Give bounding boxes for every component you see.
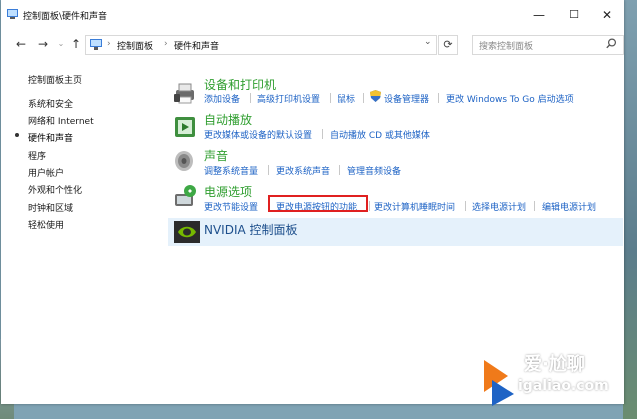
control-panel-icon — [90, 39, 102, 50]
link-windows-to-go[interactable]: 更改 Windows To Go 启动选项 — [446, 92, 574, 105]
link-separator — [465, 201, 466, 211]
link-manage-audio-devices[interactable]: 管理音频设备 — [347, 164, 401, 177]
link-separator — [268, 165, 269, 175]
breadcrumb-hardware-sound[interactable]: 硬件和声音 — [174, 39, 219, 52]
close-button[interactable]: ✕ — [590, 0, 624, 30]
recent-locations-button[interactable]: ⌄ — [54, 37, 68, 51]
link-change-media-defaults[interactable]: 更改媒体或设备的默认设置 — [204, 128, 312, 141]
watermark-brand: 爱·尬聊 — [524, 354, 585, 375]
breadcrumb-chevron-icon: › — [164, 39, 168, 49]
link-change-system-sounds[interactable]: 更改系统声音 — [276, 164, 330, 177]
link-separator — [322, 129, 323, 139]
autoplay-icon — [175, 117, 195, 137]
link-edit-power-plan[interactable]: 编辑电源计划 — [542, 200, 596, 213]
watermark-url: igaliao.com — [518, 378, 609, 394]
maximize-button[interactable]: ☐ — [557, 0, 591, 30]
refresh-button[interactable]: ⟳ — [438, 35, 458, 55]
link-separator — [438, 93, 439, 103]
address-dropdown-icon[interactable]: ⌄ — [424, 37, 432, 47]
category-title-sound[interactable]: 声音 — [204, 147, 228, 164]
breadcrumb-chevron-icon: › — [107, 39, 111, 49]
speaker-icon — [175, 151, 193, 171]
watermark: 爱·尬聊 igaliao.com — [474, 346, 634, 414]
watermark-logo — [484, 360, 514, 406]
link-separator — [339, 165, 340, 175]
control-panel-icon — [7, 9, 18, 19]
address-bar[interactable]: › 控制面板 › 硬件和声音 ⌄ — [85, 35, 437, 55]
search-placeholder: 搜索控制面板 — [479, 42, 534, 52]
back-button[interactable]: ← — [14, 37, 28, 51]
link-choose-power-plan[interactable]: 选择电源计划 — [472, 200, 526, 213]
link-autoplay-cd[interactable]: 自动播放 CD 或其他媒体 — [330, 128, 430, 141]
search-input[interactable]: 搜索控制面板 — [472, 35, 624, 55]
address-toolbar: ← → ⌄ ↑ › 控制面板 › 硬件和声音 ⌄ ⟳ 搜索控制面板 — [1, 30, 624, 60]
category-title-nvidia[interactable]: NVIDIA 控制面板 — [204, 221, 298, 238]
nvidia-icon — [174, 221, 200, 243]
category-title-power-options[interactable]: 电源选项 — [204, 183, 252, 200]
category-title-devices-printers[interactable]: 设备和打印机 — [204, 76, 276, 93]
uac-shield-icon — [370, 90, 381, 102]
minimize-button[interactable]: — — [522, 0, 556, 30]
forward-button[interactable]: → — [36, 37, 50, 51]
highlight-box — [268, 195, 368, 212]
link-advanced-printer-settings[interactable]: 高级打印机设置 — [257, 92, 320, 105]
link-adjust-volume[interactable]: 调整系统音量 — [204, 164, 258, 177]
link-separator — [330, 93, 331, 103]
link-separator — [369, 201, 370, 211]
breadcrumb-control-panel[interactable]: 控制面板 — [117, 39, 153, 52]
link-add-device[interactable]: 添加设备 — [204, 92, 240, 105]
printer-icon — [174, 83, 194, 104]
link-change-power-saving[interactable]: 更改节能设置 — [204, 200, 258, 213]
window-title: 控制面板\硬件和声音 — [23, 12, 108, 22]
up-button[interactable]: ↑ — [69, 37, 83, 51]
link-separator — [534, 201, 535, 211]
link-separator — [250, 93, 251, 103]
power-options-icon — [175, 185, 196, 206]
control-panel-window: 控制面板\硬件和声音 — ☐ ✕ ← → ⌄ ↑ › 控制面板 › 硬件和声音 … — [1, 0, 624, 404]
category-title-autoplay[interactable]: 自动播放 — [204, 111, 252, 128]
search-icon — [606, 38, 617, 49]
link-device-manager[interactable]: 设备管理器 — [384, 92, 429, 105]
link-mouse[interactable]: 鼠标 — [337, 92, 355, 105]
link-separator — [363, 93, 364, 103]
link-change-sleep-time[interactable]: 更改计算机睡眠时间 — [374, 200, 455, 213]
title-bar[interactable]: 控制面板\硬件和声音 — ☐ ✕ — [1, 0, 624, 30]
